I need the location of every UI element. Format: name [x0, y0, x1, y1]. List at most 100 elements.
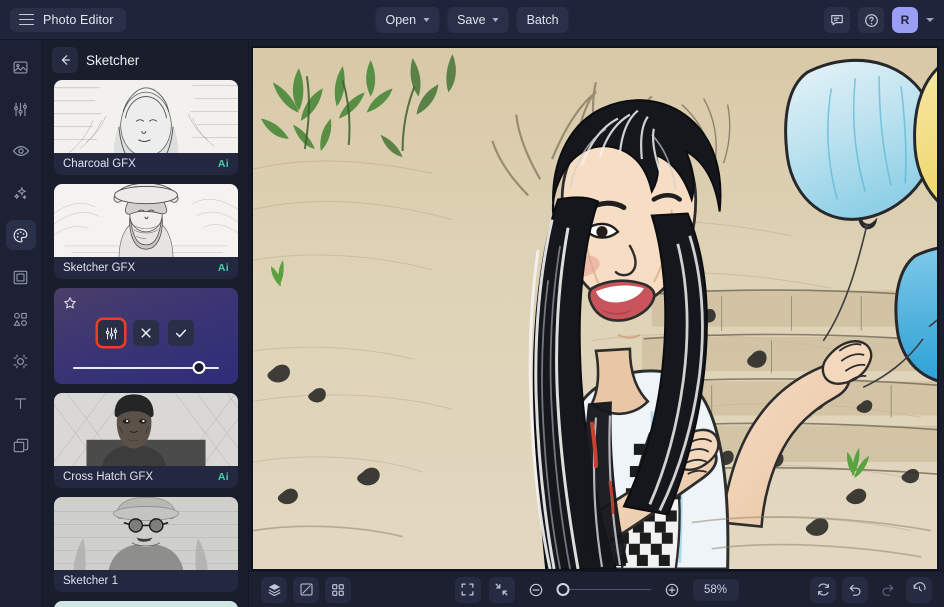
redo-icon [880, 582, 895, 597]
preset-card-active[interactable] [54, 288, 238, 384]
zoom-in-button[interactable] [659, 577, 685, 603]
preset-thumbnail [54, 80, 238, 153]
bottom-left-tools [261, 577, 351, 603]
rail-item-text[interactable] [6, 388, 36, 418]
crop-icon [12, 353, 29, 370]
preset-label-row: Charcoal GFX Ai [54, 153, 238, 175]
panel-back-button[interactable] [52, 47, 78, 73]
zoom-out-button[interactable] [523, 577, 549, 603]
grid-button[interactable] [325, 577, 351, 603]
rail-item-duplicate-layer[interactable] [6, 430, 36, 460]
eye-icon [12, 142, 30, 160]
preset-strength-slider[interactable] [73, 361, 219, 375]
preset-label-row: Sketcher 1 [54, 570, 238, 592]
avatar[interactable]: R [892, 7, 918, 33]
comment-icon [830, 13, 844, 27]
history-button[interactable] [906, 577, 932, 603]
preset-card-sketcher-gfx[interactable]: Sketcher GFX Ai [54, 184, 238, 279]
layers-copy-icon [12, 437, 29, 454]
slider-knob[interactable] [192, 361, 205, 374]
zoom-out-icon [528, 582, 544, 598]
undo-icon [848, 582, 863, 597]
rail-item-transform[interactable] [6, 346, 36, 376]
rail-item-adjustments[interactable] [6, 94, 36, 124]
reset-icon [816, 582, 831, 597]
preset-name: Sketcher 1 [63, 575, 118, 587]
photo-editor-app: Photo Editor Open Save Batch [0, 0, 944, 607]
preset-card-cross-hatch-gfx[interactable]: Cross Hatch GFX Ai [54, 393, 238, 488]
image-icon [12, 59, 29, 76]
rail-item-image[interactable] [6, 52, 36, 82]
rail-item-frame[interactable] [6, 262, 36, 292]
help-circle-icon [864, 13, 879, 28]
preset-action-row [98, 320, 194, 346]
redo-button[interactable] [874, 577, 900, 603]
open-label: Open [385, 13, 416, 27]
panel-header: Sketcher [42, 40, 248, 80]
open-button[interactable]: Open [375, 7, 439, 33]
toolbar-center-group: Open Save Batch [375, 0, 568, 40]
preset-settings-button[interactable] [98, 320, 124, 346]
bottom-right-tools [810, 577, 932, 603]
preset-cancel-button[interactable] [133, 320, 159, 346]
fit-screen-icon [460, 582, 475, 597]
layers-icon [267, 582, 282, 597]
tool-rail [0, 40, 42, 607]
app-title: Photo Editor [43, 13, 114, 27]
batch-label: Batch [527, 13, 559, 27]
hamburger-icon [19, 14, 34, 26]
ai-badge: Ai [218, 158, 229, 170]
preset-name: Cross Hatch GFX [63, 471, 153, 483]
undo-button[interactable] [842, 577, 868, 603]
canvas-area [249, 40, 944, 571]
chevron-down-icon [493, 18, 499, 22]
zoom-slider[interactable] [557, 583, 651, 597]
preset-thumbnail [54, 393, 238, 466]
reset-button[interactable] [810, 577, 836, 603]
save-label: Save [457, 13, 486, 27]
help-button[interactable] [858, 7, 884, 33]
editor-body: Sketcher [0, 40, 944, 607]
preset-label-row: Cross Hatch GFX Ai [54, 466, 238, 488]
batch-button[interactable]: Batch [517, 7, 569, 33]
layers-button[interactable] [261, 577, 287, 603]
history-icon [912, 582, 927, 597]
feedback-button[interactable] [824, 7, 850, 33]
sliders-icon [104, 326, 119, 341]
ai-badge: Ai [218, 262, 229, 274]
check-icon [174, 326, 188, 340]
chevron-down-icon [423, 18, 429, 22]
arrow-left-icon [58, 53, 72, 67]
account-chevron-down-icon[interactable] [926, 18, 934, 22]
preset-name: Sketcher GFX [63, 262, 135, 274]
bottom-toolbar: 58% [249, 571, 944, 607]
compare-split-icon [299, 582, 314, 597]
rail-item-shapes[interactable] [6, 304, 36, 334]
preset-thumbnail [54, 601, 238, 607]
close-icon [139, 326, 153, 340]
zoom-slider-knob[interactable] [557, 583, 570, 596]
fit-screen-button[interactable] [455, 577, 481, 603]
zoom-in-icon [664, 582, 680, 598]
preset-apply-button[interactable] [168, 320, 194, 346]
preset-card-sketcher-1[interactable]: Sketcher 1 [54, 497, 238, 592]
edited-photo [253, 48, 937, 569]
rail-item-artistic-effects[interactable] [6, 220, 36, 250]
app-menu-button[interactable]: Photo Editor [10, 8, 126, 32]
compare-button[interactable] [293, 577, 319, 603]
artboard[interactable] [251, 46, 939, 571]
palette-icon [12, 227, 29, 244]
preset-card-partial[interactable] [54, 601, 238, 607]
preset-card-charcoal-gfx[interactable]: Charcoal GFX Ai [54, 80, 238, 175]
preset-list[interactable]: Charcoal GFX Ai [42, 80, 248, 607]
zoom-level-value[interactable]: 58% [693, 579, 739, 601]
text-icon [12, 395, 29, 412]
rail-item-preview[interactable] [6, 136, 36, 166]
ai-badge: Ai [218, 471, 229, 483]
sparkles-icon [12, 185, 29, 202]
collapse-view-button[interactable] [489, 577, 515, 603]
zoom-slider-track [557, 589, 651, 591]
rail-item-effects[interactable] [6, 178, 36, 208]
save-button[interactable]: Save [447, 7, 509, 33]
favorite-star-icon[interactable] [63, 296, 77, 315]
